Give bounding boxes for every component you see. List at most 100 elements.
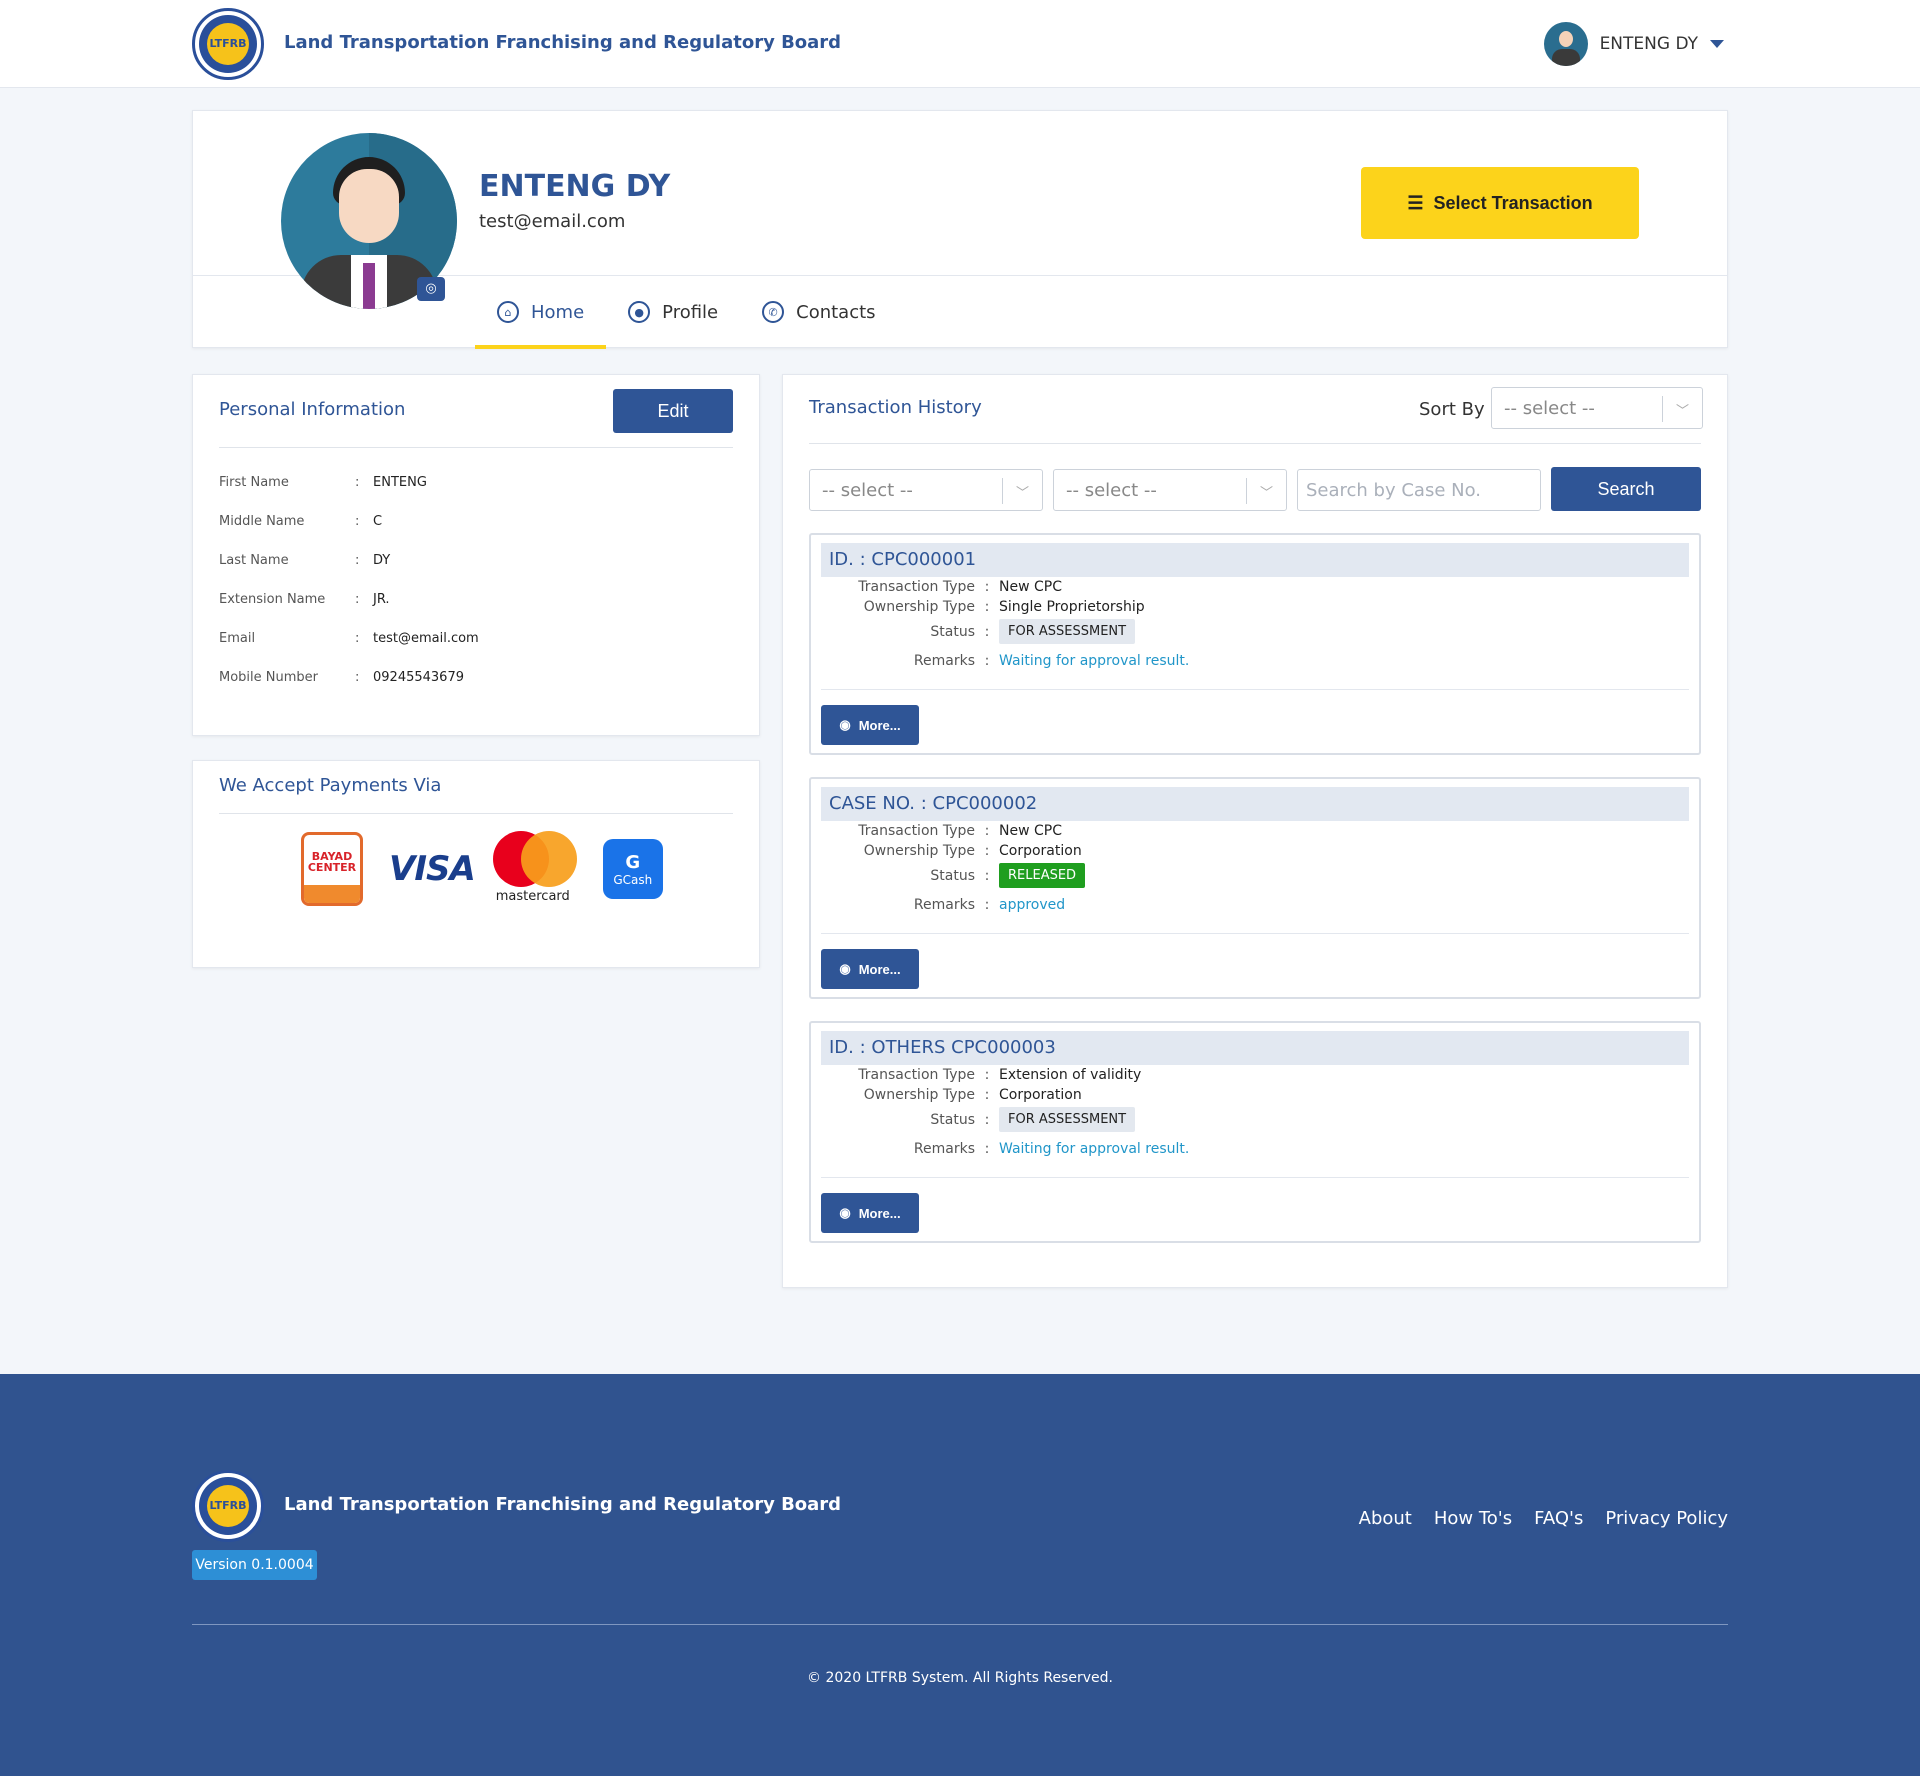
ltfrb-logo: LTFRB — [192, 1470, 264, 1542]
field-label: First Name — [219, 475, 289, 490]
filter-select-2-value: -- select -- — [1066, 479, 1157, 501]
field-separator: : — [355, 475, 360, 490]
more-button[interactable]: ◉ More... — [821, 1193, 919, 1233]
chevron-down-icon: ﹀ — [1002, 478, 1042, 504]
bayad-band — [304, 885, 360, 903]
ownership-type-row: Ownership Type: Single Proprietorship — [811, 599, 1145, 615]
more-button[interactable]: ◉ More... — [821, 705, 919, 745]
contacts-icon: ✆ — [762, 301, 785, 323]
mastercard-text: mastercard — [495, 889, 570, 904]
profile-tabs: ⌂ Home ● Profile ✆ Contacts — [475, 275, 898, 349]
transaction-type-label: Transaction Type — [858, 579, 975, 595]
ltfrb-logo[interactable]: LTFRB — [192, 8, 264, 80]
profile-card: ◎ ENTENG DY test@email.com ☰ Select Tran… — [192, 110, 1728, 349]
footer: LTFRB Land Transportation Franchising an… — [0, 1374, 1920, 1776]
info-row-email: Email : test@email.com — [219, 631, 479, 646]
transaction-type-value: New CPC — [999, 823, 1062, 839]
ownership-type-value: Single Proprietorship — [999, 599, 1145, 615]
divider — [821, 689, 1689, 690]
sort-by-label: Sort By — [1419, 399, 1485, 420]
divider — [219, 813, 733, 814]
user-menu[interactable]: ENTENG DY — [1543, 21, 1724, 67]
separator: : — [984, 823, 990, 839]
separator: : — [984, 623, 990, 640]
transaction-type-label: Transaction Type — [858, 823, 975, 839]
status-label: Status — [930, 867, 975, 884]
separator: : — [984, 1111, 990, 1128]
logo-text: LTFRB — [209, 37, 247, 50]
transaction-history-card: Transaction History Sort By -- select --… — [782, 374, 1728, 1288]
separator: : — [984, 579, 990, 595]
ownership-type-label: Ownership Type — [863, 843, 975, 859]
field-value: ENTENG — [373, 475, 427, 490]
remarks-value: approved — [999, 897, 1066, 913]
field-label: Middle Name — [219, 514, 305, 529]
sort-select-value: -- select -- — [1504, 397, 1595, 419]
status-row: Status: FOR ASSESSMENT — [811, 1107, 1136, 1132]
divider — [821, 933, 1689, 934]
search-button[interactable]: Search — [1551, 467, 1701, 511]
field-value: JR. — [373, 592, 390, 607]
footer-link-about[interactable]: About — [1359, 1508, 1412, 1529]
gcash-text: GCash — [613, 872, 653, 887]
info-row-extension-name: Extension Name : JR. — [219, 592, 390, 607]
logo-text: LTFRB — [209, 1499, 247, 1512]
more-button[interactable]: ◉ More... — [821, 949, 919, 989]
user-icon: ● — [628, 301, 651, 323]
tab-home[interactable]: ⌂ Home — [475, 275, 607, 349]
status-row: Status: RELEASED — [811, 863, 1086, 888]
bayad-center-logo: BAYAD CENTER — [301, 832, 363, 906]
tab-profile[interactable]: ● Profile — [606, 275, 740, 349]
divider — [809, 443, 1701, 444]
transaction-type-value: New CPC — [999, 579, 1062, 595]
field-value: DY — [373, 553, 391, 568]
profile-email: test@email.com — [479, 211, 626, 232]
payment-logos: BAYAD CENTER VISA mastercard G GCash — [301, 831, 663, 907]
top-navbar: LTFRB Land Transportation Franchising an… — [0, 0, 1920, 88]
avatar-face — [339, 169, 399, 243]
avatar-body — [1551, 49, 1580, 66]
avatar-head — [1558, 31, 1573, 47]
remarks-row: Remarks: Waiting for approval result. — [811, 1141, 1189, 1157]
transaction-type-value: Extension of validity — [999, 1067, 1142, 1083]
separator: : — [984, 1141, 990, 1157]
case-search-input[interactable] — [1297, 469, 1541, 511]
gcash-logo: G GCash — [602, 839, 663, 899]
status-badge: FOR ASSESSMENT — [999, 619, 1136, 644]
field-label: Mobile Number — [219, 670, 318, 685]
field-value: 09245543679 — [373, 670, 464, 685]
field-value: C — [373, 514, 383, 529]
info-row-last-name: Last Name : DY — [219, 553, 390, 568]
footer-link-faqs[interactable]: FAQ's — [1534, 1508, 1583, 1529]
more-label: More... — [858, 1205, 901, 1221]
footer-link-privacy-policy[interactable]: Privacy Policy — [1605, 1508, 1728, 1529]
footer-links: About How To's FAQ's Privacy Policy — [1359, 1508, 1728, 1529]
status-label: Status — [930, 1111, 975, 1128]
tab-profile-label: Profile — [662, 301, 719, 323]
info-row-mobile-number: Mobile Number : 09245543679 — [219, 670, 464, 685]
separator: : — [984, 1087, 990, 1103]
remarks-value: Waiting for approval result. — [999, 1141, 1190, 1157]
mastercard-orange-circle — [520, 831, 577, 887]
transaction-heading: ID. : OTHERS CPC000003 — [821, 1031, 1689, 1065]
camera-icon[interactable]: ◎ — [417, 277, 445, 301]
edit-button[interactable]: Edit — [613, 389, 733, 433]
chevron-down-icon: ﹀ — [1662, 396, 1702, 422]
footer-link-how-tos[interactable]: How To's — [1434, 1508, 1512, 1529]
tab-contacts[interactable]: ✆ Contacts — [740, 275, 897, 349]
transaction-history-title: Transaction History — [809, 397, 982, 418]
transaction-item: ID. : CPC000001 Transaction Type: New CP… — [809, 533, 1701, 755]
eye-icon: ◉ — [839, 961, 851, 976]
status-row: Status: FOR ASSESSMENT — [811, 619, 1136, 644]
user-name: ENTENG DY — [1599, 34, 1698, 54]
filter-select-2[interactable]: -- select -- ﹀ — [1053, 469, 1287, 511]
caret-down-icon — [1710, 40, 1724, 48]
more-label: More... — [858, 717, 901, 733]
transaction-type-row: Transaction Type: Extension of validity — [811, 1067, 1141, 1083]
field-label: Email — [219, 631, 256, 646]
filter-select-1[interactable]: -- select -- ﹀ — [809, 469, 1043, 511]
field-label: Last Name — [219, 553, 289, 568]
select-transaction-button[interactable]: ☰ Select Transaction — [1361, 167, 1639, 239]
status-badge: RELEASED — [999, 863, 1086, 888]
sort-select[interactable]: -- select -- ﹀ — [1491, 387, 1703, 429]
